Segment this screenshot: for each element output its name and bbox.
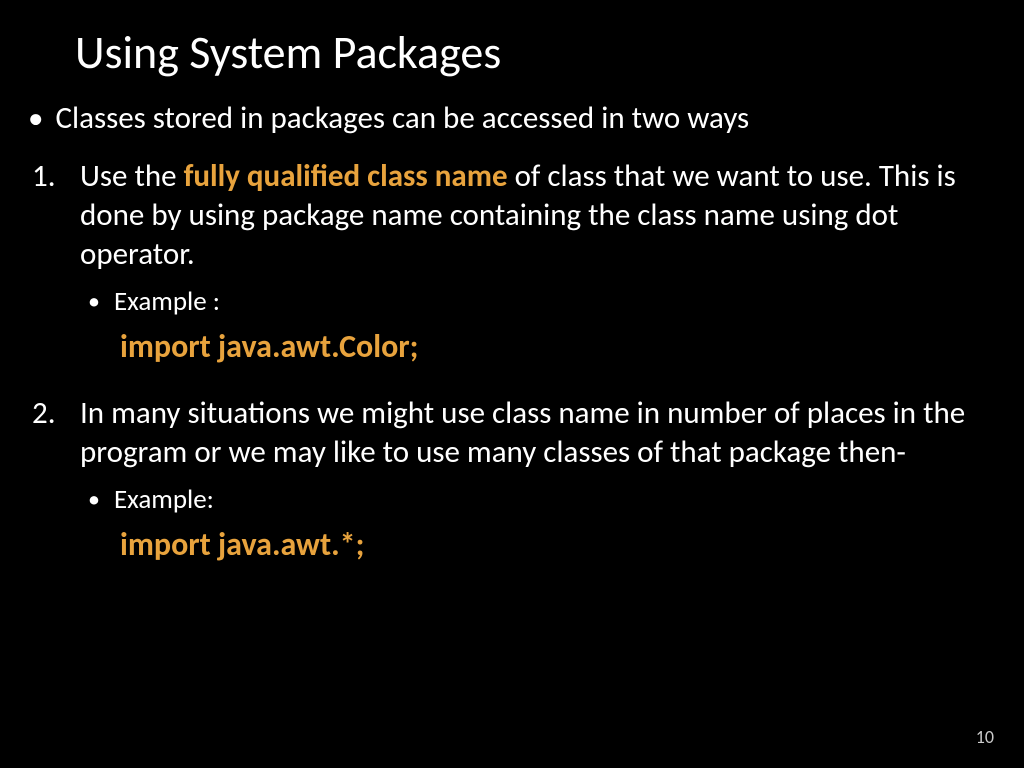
numbered-item-1: 1. Use the fully qualified class name of… [20, 157, 1004, 273]
bullet-marker: • [88, 285, 100, 319]
bullet-marker: • [28, 99, 43, 137]
numbered-item-2: 2. In many situations we might use class… [20, 394, 1004, 472]
item-number: 2. [20, 394, 80, 433]
example2-label-row: • Example: [88, 483, 1004, 517]
example1-label-row: • Example : [88, 285, 1004, 319]
item1-highlight: fully qualified class name [184, 157, 508, 195]
item2-content: In many situations we might use class na… [80, 394, 1004, 472]
slide-content: Using System Packages • Classes stored i… [0, 0, 1024, 612]
example2-code: import java.awt.*; [120, 525, 1004, 564]
slide-title: Using System Packages [75, 25, 1004, 81]
item-number: 1. [20, 157, 80, 196]
intro-bullet: • Classes stored in packages can be acce… [20, 99, 1004, 137]
item1-content: Use the fully qualified class name of cl… [80, 157, 1004, 273]
example1-label: Example : [114, 285, 220, 318]
bullet-marker: • [88, 483, 100, 517]
intro-text: Classes stored in packages can be access… [55, 99, 749, 137]
example2-label: Example: [114, 483, 214, 516]
item1-pre: Use the [80, 157, 184, 195]
page-number: 10 [976, 726, 994, 748]
example1-code: import java.awt.Color; [120, 327, 1004, 366]
